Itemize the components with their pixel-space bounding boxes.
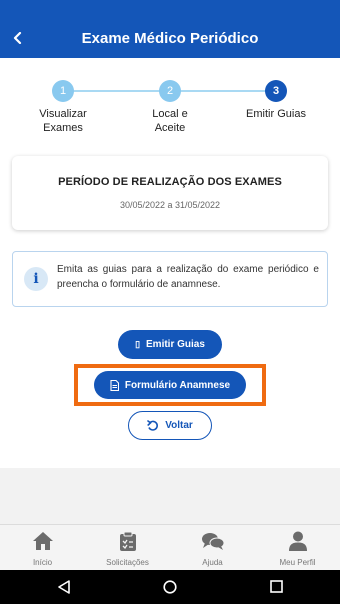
info-icon: i: [24, 267, 48, 291]
tab-label: Meu Perfil: [279, 558, 316, 567]
tab-label: Ajuda: [202, 558, 223, 567]
formulario-anamnese-button[interactable]: Formulário Anamnese: [94, 371, 246, 399]
period-dates: 30/05/2022 a 31/05/2022: [119, 200, 221, 210]
document-icon: ▯: [135, 339, 141, 349]
tab-ajuda[interactable]: Ajuda: [170, 531, 255, 567]
tab-label: Início: [32, 558, 53, 567]
step-number: 3: [265, 80, 287, 102]
emitir-guias-button[interactable]: ▯ Emitir Guias: [118, 330, 222, 359]
home-circle-icon[interactable]: [163, 580, 177, 594]
tab-solicitacoes[interactable]: Solicitações: [85, 531, 170, 567]
stepper: 1 Visualizar Exames 2 Local e Aceite 3 E…: [0, 80, 340, 140]
clipboard-icon: [119, 531, 136, 551]
undo-icon: [147, 419, 159, 431]
step-number: 1: [52, 80, 74, 102]
step-3[interactable]: 3 Emitir Guias: [231, 80, 321, 121]
main-content: 1 Visualizar Exames 2 Local e Aceite 3 E…: [0, 58, 340, 468]
file-icon: [110, 379, 119, 391]
status-bar: [0, 0, 340, 20]
page-title: Exame Médico Periódico: [81, 30, 259, 47]
recents-square-icon[interactable]: [270, 580, 283, 593]
home-icon: [32, 532, 53, 550]
step-label: Visualizar Exames: [39, 108, 87, 134]
step-label: Emitir Guias: [246, 108, 306, 120]
period-title: PERÍODO DE REALIZAÇÃO DOS EXAMES: [58, 176, 282, 188]
step-label: Local e Aceite: [152, 108, 188, 134]
tab-label: Solicitações: [106, 558, 149, 567]
android-nav-bar: [0, 570, 340, 604]
tab-inicio[interactable]: Início: [0, 531, 85, 567]
bottom-tab-bar: Início Solicitações Ajuda Meu Perfil: [0, 524, 340, 570]
step-1[interactable]: 1 Visualizar Exames: [18, 80, 108, 135]
info-box: i Emita as guias para a realização do ex…: [12, 251, 328, 307]
period-card: PERÍODO DE REALIZAÇÃO DOS EXAMES 30/05/2…: [12, 156, 328, 230]
info-text: Emita as guias para a realização do exam…: [57, 264, 319, 290]
step-number: 2: [159, 80, 181, 102]
user-icon: [288, 531, 307, 551]
app-header: Exame Médico Periódico: [0, 20, 340, 58]
tab-meu-perfil[interactable]: Meu Perfil: [255, 531, 340, 567]
chat-icon: [201, 533, 224, 550]
voltar-button[interactable]: Voltar: [128, 411, 212, 440]
back-triangle-icon[interactable]: [57, 580, 71, 594]
step-2[interactable]: 2 Local e Aceite: [125, 80, 215, 135]
